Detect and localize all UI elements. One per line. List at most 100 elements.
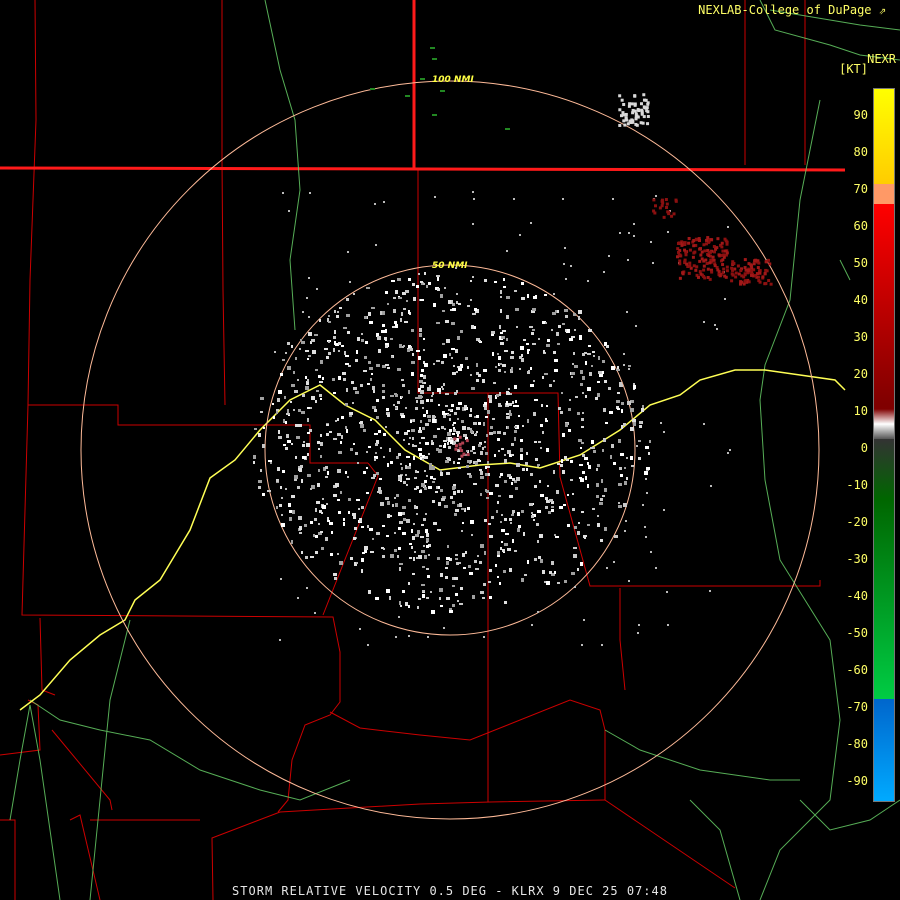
echo-pixel <box>310 407 312 409</box>
echo-pixel <box>317 483 320 487</box>
echo-pixel <box>623 423 626 426</box>
echo-pixel <box>500 342 504 345</box>
echo-pixel <box>743 258 747 262</box>
echo-pixel <box>325 476 328 478</box>
echo-pixel <box>584 457 588 460</box>
echo-pixel <box>553 380 555 382</box>
echo-pixel <box>489 400 492 403</box>
echo-pixel <box>554 359 558 362</box>
echo-pixel <box>633 235 635 237</box>
echo-pixel <box>488 523 491 525</box>
echo-pixel <box>359 628 361 630</box>
echo-pixel <box>368 446 371 448</box>
echo-pixel <box>281 523 285 527</box>
echo-pixel <box>431 395 433 397</box>
echo-pixel <box>333 494 337 497</box>
echo-pixel <box>565 278 567 280</box>
echo-pixel <box>604 488 607 492</box>
echo-pixel <box>353 516 356 519</box>
echo-pixel <box>574 329 576 331</box>
echo-pixel <box>585 476 587 480</box>
echo-pixel <box>606 345 609 348</box>
echo-pixel <box>571 336 575 338</box>
range-ring-50-label: 50 NMI <box>432 261 468 271</box>
echo-pixel <box>416 400 418 403</box>
echo-pixel <box>764 282 768 286</box>
echo-pixel <box>633 103 637 107</box>
echo-pixel <box>340 441 342 444</box>
echo-pixel <box>618 505 622 508</box>
echo-pixel <box>426 541 428 543</box>
echo-pixel <box>514 290 517 292</box>
echo-pixel <box>328 315 330 317</box>
echo-pixel <box>432 500 435 503</box>
echo-pixel <box>526 452 528 455</box>
echo-pixel <box>395 636 397 638</box>
echo-pixel <box>650 551 652 553</box>
echo-pixel <box>408 635 410 637</box>
echo-pixel <box>416 557 419 559</box>
echo-pixel <box>491 331 495 334</box>
echo-pixel <box>478 422 481 425</box>
echo-pixel <box>499 325 501 328</box>
echo-pixel <box>551 561 554 565</box>
echo-pixel <box>301 411 305 414</box>
echo-pixel <box>626 122 630 126</box>
echo-pixel <box>455 554 458 556</box>
echo-pixel <box>520 448 523 452</box>
echo-pixel <box>424 363 428 367</box>
echo-pixel <box>433 435 437 438</box>
echo-pixel <box>711 255 715 259</box>
echo-pixel <box>563 263 565 265</box>
echo-pixel <box>724 275 728 279</box>
echo-pixel <box>567 524 570 527</box>
echo-pixel <box>420 400 424 404</box>
echo-pixel <box>436 448 439 451</box>
echo-pixel <box>678 262 682 266</box>
echo-pixel <box>663 509 665 511</box>
echo-pixel <box>477 555 479 557</box>
echo-pixel <box>447 442 449 445</box>
arrow-icon[interactable]: ⇗ <box>879 3 886 17</box>
echo-pixel <box>299 532 302 534</box>
echo-pixel <box>621 113 625 117</box>
echo-pixel <box>453 461 455 464</box>
echo-pixel <box>409 463 411 466</box>
echo-pixel <box>307 379 309 382</box>
echo-pixel <box>511 454 514 456</box>
scale-segment <box>874 439 894 499</box>
echo-pixel <box>339 307 342 309</box>
echo-pixel <box>506 250 508 252</box>
echo-pixel <box>472 223 474 225</box>
scale-segment <box>874 204 894 404</box>
echo-pixel <box>620 98 624 102</box>
echo-pixel <box>542 570 545 574</box>
echo-pixel <box>398 477 401 480</box>
echo-pixel <box>324 348 328 350</box>
echo-pixel <box>514 426 517 428</box>
echo-pixel <box>521 297 525 300</box>
echo-pixel <box>520 454 523 457</box>
echo-pixel <box>580 447 582 449</box>
echo-pixel <box>495 366 497 368</box>
echo-pixel <box>364 316 367 319</box>
echo-pixel <box>624 481 627 485</box>
echo-pixel <box>483 422 485 426</box>
echo-pixel <box>473 198 475 200</box>
echo-pixel <box>688 264 692 268</box>
echo-pixel <box>433 363 435 365</box>
echo-pixel <box>452 308 456 311</box>
echo-pixel <box>420 281 423 283</box>
echo-pixel <box>423 375 426 379</box>
echo-pixel <box>674 199 678 203</box>
echo-pixel <box>320 360 323 364</box>
echo-pixel <box>467 473 471 475</box>
echo-pixel <box>460 330 463 333</box>
echo-pixel <box>565 329 567 332</box>
echo-pixel <box>512 539 514 543</box>
echo-pixel <box>655 195 657 197</box>
echo-pixel <box>425 529 428 533</box>
echo-pixel <box>309 192 311 194</box>
echo-pixel <box>534 441 537 443</box>
echo-pixel <box>349 281 351 283</box>
